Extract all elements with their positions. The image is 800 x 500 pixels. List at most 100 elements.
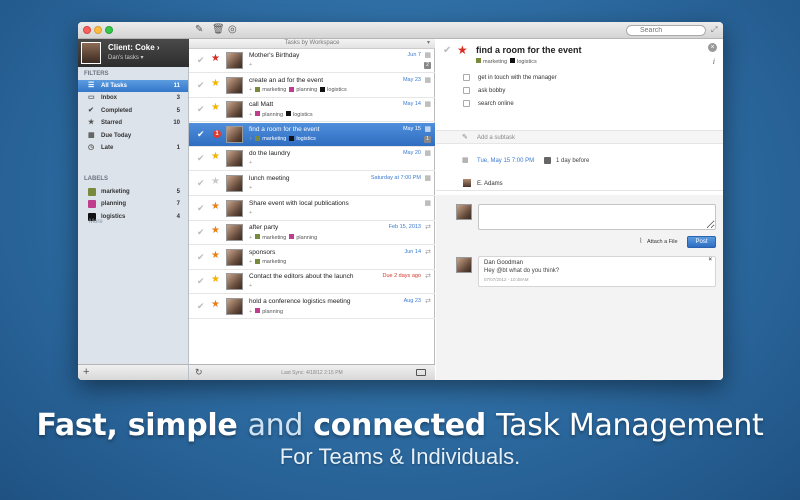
task-row[interactable]: ✔ ★ Share event with local publications + ▦ [189, 197, 435, 221]
comment-text: Hey @bt what do you think? [484, 268, 560, 274]
sidebar-item-due-today[interactable]: ▦ Due Today [78, 130, 188, 142]
add-tag-icon[interactable]: + [249, 185, 252, 191]
star-icon[interactable]: ★ [457, 44, 468, 56]
task-row[interactable]: ✔ ★ create an ad for the event + marketing pl… [189, 74, 435, 98]
add-subtask-row[interactable]: ✎ Add a subtask [436, 130, 723, 144]
complete-checkmark-icon[interactable]: ✔ [197, 301, 205, 312]
complete-checkmark-icon[interactable]: ✔ [197, 55, 205, 66]
add-tag-icon[interactable]: + [249, 62, 252, 68]
task-row[interactable]: ✔ ★ lunch meeting + Saturday at 7:00 PM ▦ [189, 172, 435, 196]
avatar [226, 248, 243, 266]
due-date-row[interactable]: ▦ Tue, May 15 7:00 PM 1 day before [436, 154, 723, 168]
star-icon[interactable]: ★ [211, 300, 220, 310]
star-icon[interactable]: ★ [211, 226, 220, 236]
close-icon[interactable]: × [708, 43, 717, 52]
star-icon[interactable]: ★ [211, 275, 220, 285]
add-tag-icon[interactable]: + [249, 283, 252, 289]
sidebar-item-all-tasks[interactable]: ☰ All Tasks 11 [78, 80, 188, 92]
complete-checkmark-icon[interactable]: ✔ [197, 153, 205, 164]
add-tag-icon[interactable]: + [249, 210, 252, 216]
task-row[interactable]: ✔ ★ do the laundry + May 20 ▦ [189, 147, 435, 172]
task-row[interactable]: ✔ ★ sponsors + marketing Jun 14 ⇄ [189, 246, 435, 270]
sidebar-item-count: 10 [173, 120, 180, 127]
complete-checkmark-icon[interactable]: ✔ [197, 129, 205, 140]
subtask-checkbox[interactable] [463, 74, 470, 81]
more-labels-link[interactable]: More [89, 219, 103, 225]
task-row[interactable]: ✔ 1 find a room for the event + marketing log… [189, 122, 435, 147]
fullscreen-icon[interactable]: ⤢ [711, 25, 717, 35]
add-tag-icon[interactable]: + [249, 112, 252, 118]
star-icon[interactable]: ★ [211, 177, 220, 187]
sidebar-item-inbox[interactable]: ▭ Inbox 3 [78, 92, 188, 104]
subtask-text[interactable]: search online [478, 101, 514, 107]
paperclip-icon[interactable]: ⌇ [639, 237, 642, 245]
post-button[interactable]: Post [687, 236, 716, 248]
task-detail: ✔ ★ find a room for the event marketing l… [436, 39, 723, 380]
add-tag-icon[interactable]: + [249, 259, 252, 265]
reminder-text[interactable]: 1 day before [556, 158, 589, 164]
sidebar-label-marketing[interactable]: marketing 5 [78, 186, 188, 198]
zoom-window-button[interactable] [105, 26, 113, 34]
star-icon[interactable]: ★ [211, 54, 220, 64]
panel-toggle-icon[interactable] [416, 369, 426, 376]
subtask-text[interactable]: get in touch with the manager [478, 75, 557, 81]
task-row[interactable]: ✔ ★ Mother's Birthday + Jun 7 ▦ 2 [189, 49, 435, 73]
star-icon[interactable]: ★ [211, 103, 220, 113]
complete-checkmark-icon[interactable]: ✔ [197, 227, 205, 238]
add-tag-icon[interactable]: + [249, 87, 252, 93]
task-list-header[interactable]: Tasks by Workspace ▾ [189, 39, 435, 49]
star-icon[interactable]: ★ [211, 152, 220, 162]
comment: Dan Goodman Hey @bt what do you think? 0… [478, 256, 716, 287]
task-row[interactable]: ✔ ★ hold a conference logistics meeting + pl… [189, 295, 435, 319]
tagline-simple: , simple [106, 408, 248, 443]
priority-badge[interactable]: 1 [213, 129, 221, 138]
subtask-checkbox[interactable] [463, 100, 470, 107]
task-row[interactable]: ✔ ★ after party + marketing planning Feb 15, 2… [189, 221, 435, 246]
add-tag-icon[interactable]: + [249, 160, 252, 166]
complete-checkmark-icon[interactable]: ✔ [197, 203, 205, 214]
calendar-icon: ▦ [424, 175, 431, 182]
complete-checkmark-icon[interactable]: ✔ [197, 80, 205, 91]
star-icon[interactable]: ★ [211, 201, 220, 212]
attach-file-link[interactable]: Attach a File [647, 239, 678, 245]
complete-checkmark-icon[interactable]: ✔ [443, 45, 451, 56]
sidebar-item-count: 5 [176, 107, 180, 114]
sidebar-label-planning[interactable]: planning 7 [78, 198, 188, 210]
add-tag-icon[interactable]: + [249, 309, 252, 315]
close-window-button[interactable] [83, 26, 91, 34]
task-due-date: May 23 [402, 76, 421, 83]
subtask-text[interactable]: ask bobby [478, 88, 505, 94]
complete-checkmark-icon[interactable]: ✔ [197, 178, 205, 189]
sidebar-item-completed[interactable]: ✔ Completed 5 [78, 105, 188, 117]
share-icon[interactable]: ◎ [228, 24, 237, 36]
search-input[interactable] [626, 25, 706, 36]
info-icon[interactable]: i [713, 57, 715, 66]
subtask-checkbox[interactable] [463, 87, 470, 94]
star-icon[interactable]: ★ [211, 250, 220, 261]
delete-comment-icon[interactable]: × [708, 257, 712, 263]
trash-icon[interactable]: 🗑 [212, 24, 225, 36]
due-date[interactable]: Tue, May 15 7:00 PM [477, 158, 534, 164]
task-row[interactable]: ✔ ★ call Matt + planning logistics May 14 ▦ [189, 98, 435, 123]
sidebar-item-late[interactable]: ◷ Late 1 [78, 142, 188, 154]
comment-input[interactable] [478, 204, 716, 230]
sidebar-item-starred[interactable]: ★ Starred 10 [78, 117, 188, 129]
star-icon[interactable]: ★ [211, 78, 220, 89]
add-tag-icon[interactable]: + [249, 235, 252, 241]
task-title: hold a conference logistics meeting [249, 298, 351, 305]
tag-color-dot [255, 86, 261, 92]
complete-checkmark-icon[interactable]: ✔ [197, 252, 205, 263]
add-icon[interactable]: + [83, 367, 89, 378]
task-title: sponsors [249, 248, 276, 256]
assignee-row[interactable]: E. Adams [436, 177, 723, 191]
client-switcher[interactable]: Client: Coke › Dan's tasks ▾ [78, 39, 189, 67]
complete-checkmark-icon[interactable]: ✔ [197, 104, 205, 115]
add-tag-icon[interactable]: + [249, 136, 252, 142]
task-row[interactable]: ✔ ★ Contact the editors about the launch + D… [189, 270, 435, 295]
task-detail-title[interactable]: find a room for the event [476, 45, 582, 55]
task-tags: + [249, 283, 255, 289]
sidebar-label-count: 4 [176, 213, 180, 220]
complete-checkmark-icon[interactable]: ✔ [197, 276, 205, 287]
minimize-window-button[interactable] [94, 26, 102, 34]
compose-icon[interactable]: ✎ [195, 24, 203, 36]
